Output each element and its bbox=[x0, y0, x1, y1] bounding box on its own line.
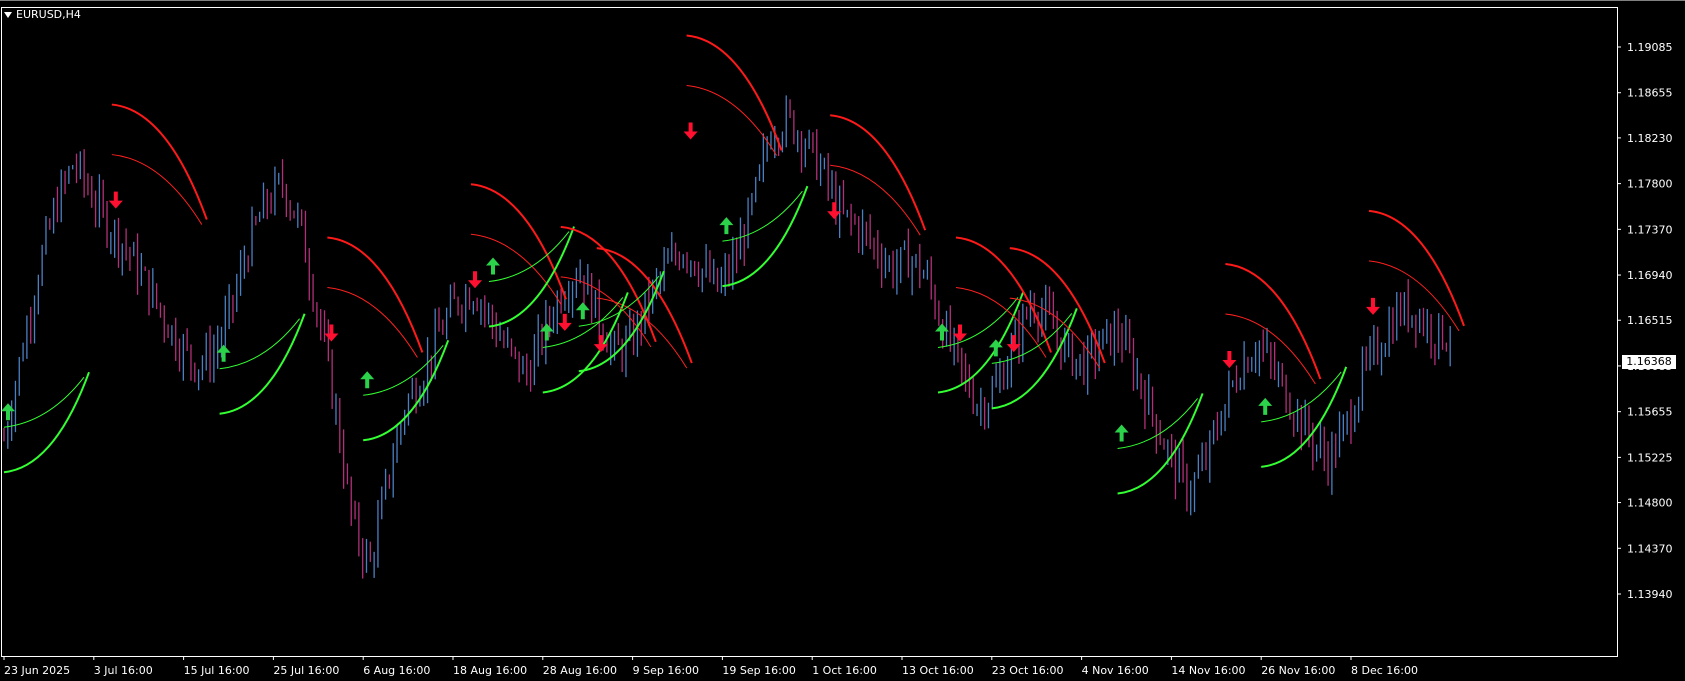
current-price-badge: 1.16368 bbox=[1622, 355, 1676, 369]
price-tick-label: 1.17370 bbox=[1627, 223, 1673, 236]
time-tick-label: 6 Aug 16:00 bbox=[363, 664, 430, 677]
chevron-down-icon[interactable] bbox=[4, 12, 12, 18]
time-tick-label: 8 Dec 16:00 bbox=[1351, 664, 1418, 677]
time-tick-label: 25 Jul 16:00 bbox=[273, 664, 339, 677]
down-arrow-icon bbox=[593, 335, 608, 353]
up-arrow-icon bbox=[1258, 397, 1273, 415]
time-tick-label: 26 Nov 16:00 bbox=[1261, 664, 1335, 677]
price-tick-label: 1.18655 bbox=[1627, 87, 1673, 100]
time-tick-label: 19 Sep 16:00 bbox=[722, 664, 795, 677]
up-arrow-icon bbox=[1114, 424, 1129, 442]
up-arrow-icon bbox=[216, 344, 231, 362]
down-arrow-icon bbox=[468, 271, 482, 289]
up-arrow-icon bbox=[575, 302, 590, 320]
down-arrow-icon bbox=[1222, 351, 1237, 369]
trail-line-bear bbox=[327, 286, 418, 358]
price-tick-label: 1.17800 bbox=[1627, 178, 1673, 191]
price-tick-label: 1.16515 bbox=[1627, 314, 1673, 327]
up-arrow-icon bbox=[360, 371, 375, 389]
trail-line-bull bbox=[722, 190, 803, 242]
candlestick-bars bbox=[3, 95, 1451, 579]
down-arrow-icon bbox=[108, 191, 123, 209]
price-tick-label: 1.15225 bbox=[1627, 451, 1673, 464]
trail-line-bear bbox=[470, 233, 562, 305]
time-tick-label: 14 Nov 16:00 bbox=[1171, 664, 1245, 677]
time-axis: 23 Jun 2025 3 Jul 16:00 15 Jul 16:00 25 Jul… bbox=[3, 656, 1418, 677]
down-arrow-icon bbox=[324, 324, 339, 342]
resistance-curve bbox=[686, 34, 783, 151]
down-arrow-icon bbox=[953, 324, 967, 342]
down-arrow-icon bbox=[1366, 297, 1380, 315]
time-tick-label: 9 Sep 16:00 bbox=[633, 664, 699, 677]
resistance-curve bbox=[327, 236, 424, 353]
trail-line-bull bbox=[219, 318, 300, 370]
time-tick-label: 15 Jul 16:00 bbox=[184, 664, 250, 677]
resistance-curve bbox=[830, 114, 927, 231]
price-tick-label: 1.14370 bbox=[1627, 542, 1673, 555]
up-arrow-icon bbox=[1, 403, 15, 421]
symbol-text: EURUSD,H4 bbox=[16, 8, 81, 21]
resistance-curve bbox=[1225, 263, 1322, 380]
time-tick-label: 28 Aug 16:00 bbox=[543, 664, 617, 677]
signal-arrows bbox=[1, 122, 1380, 442]
time-tick-label: 18 Aug 16:00 bbox=[453, 664, 527, 677]
indicator-overlays bbox=[3, 34, 1465, 495]
up-arrow-icon bbox=[486, 257, 500, 275]
time-tick-label: 3 Jul 16:00 bbox=[94, 664, 153, 677]
price-tick-label: 1.13940 bbox=[1627, 588, 1673, 601]
time-tick-label: 4 Nov 16:00 bbox=[1082, 664, 1149, 677]
time-tick-label: 13 Oct 16:00 bbox=[902, 664, 974, 677]
time-tick-label: 23 Jun 2025 bbox=[4, 664, 70, 677]
price-axis: 1.19085 1.18655 1.18230 1.17800 1.17370 1.169… bbox=[1617, 41, 1673, 601]
trail-line-bear bbox=[1368, 260, 1460, 332]
resistance-curve bbox=[1368, 209, 1465, 327]
price-tick-label: 1.19085 bbox=[1627, 41, 1673, 54]
down-arrow-icon bbox=[557, 313, 572, 331]
price-tick-label: 1.14800 bbox=[1627, 497, 1673, 510]
price-tick-label: 1.18230 bbox=[1627, 132, 1673, 145]
trail-line-bear bbox=[111, 154, 203, 225]
resistance-curve bbox=[470, 183, 567, 300]
price-chart[interactable]: 1.19085 1.18655 1.18230 1.17800 1.17370 1.169… bbox=[0, 0, 1685, 681]
time-tick-label: 23 Oct 16:00 bbox=[992, 664, 1064, 677]
symbol-timeframe-label[interactable]: EURUSD,H4 bbox=[4, 8, 81, 21]
price-tick-label: 1.16940 bbox=[1627, 269, 1673, 282]
chart-border bbox=[1, 7, 1618, 657]
trail-line-bull bbox=[1117, 398, 1198, 449]
price-tick-label: 1.15655 bbox=[1627, 406, 1673, 419]
trail-line-bull bbox=[991, 313, 1073, 364]
up-arrow-icon bbox=[719, 217, 734, 235]
time-tick-label: 1 Oct 16:00 bbox=[812, 664, 877, 677]
resistance-curve bbox=[111, 103, 208, 220]
down-arrow-icon bbox=[683, 122, 698, 140]
